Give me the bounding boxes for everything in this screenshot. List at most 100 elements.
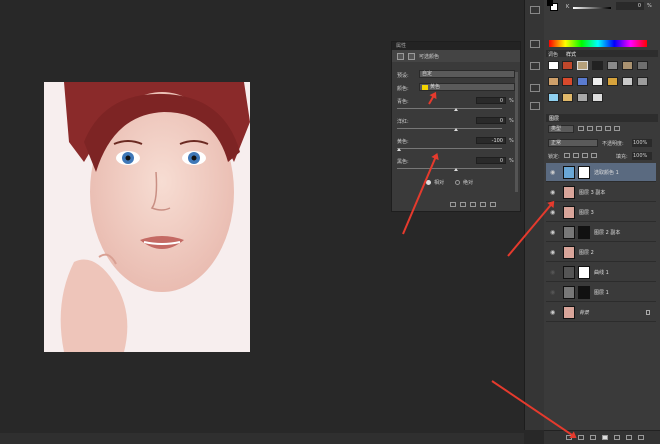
eye-icon[interactable]: ◉	[550, 269, 557, 276]
style-swatch[interactable]	[637, 61, 648, 70]
layer-name[interactable]: 图层 3 副本	[579, 189, 605, 196]
tab-styles[interactable]: 样式	[566, 51, 576, 58]
style-swatch[interactable]	[562, 61, 573, 70]
magenta-input[interactable]: 0	[476, 117, 506, 124]
layer-row[interactable]: ◉ 选取颜色 1	[546, 163, 656, 182]
layer-row[interactable]: ◉ 曲线 1	[546, 263, 656, 282]
k-slider[interactable]	[573, 7, 611, 9]
layer-name[interactable]: 图层 2	[579, 249, 594, 256]
layer-row[interactable]: ◉ 图层 2	[546, 243, 656, 262]
layer-row[interactable]: ◉ 图层 3 副本	[546, 183, 656, 202]
layer-row[interactable]: ◉ 图层 2 副本	[546, 223, 656, 242]
style-swatch[interactable]	[592, 77, 603, 86]
absolute-radio[interactable]	[455, 180, 461, 185]
magenta-slider[interactable]	[397, 128, 502, 129]
fill-input[interactable]: 100%	[632, 152, 652, 160]
filter-type-icon[interactable]	[596, 126, 602, 131]
layer-row[interactable]: ◉ 背景	[546, 303, 656, 322]
layer-style-icon[interactable]	[578, 435, 584, 440]
color-spectrum-bar[interactable]	[549, 40, 647, 47]
layer-name[interactable]: 曲线 1	[594, 269, 609, 276]
magenta-slider-handle[interactable]	[454, 128, 458, 131]
layer-row[interactable]: ◉ 图层 1	[546, 283, 656, 302]
yellow-slider[interactable]	[397, 148, 502, 149]
style-swatch[interactable]	[637, 77, 648, 86]
lock-position-icon[interactable]	[582, 153, 588, 158]
layer-kind-filter[interactable]: 类型	[548, 125, 574, 133]
view-previous-icon[interactable]	[460, 202, 466, 207]
paragraph-panel-icon[interactable]	[530, 84, 540, 92]
filter-pixel-icon[interactable]	[578, 126, 584, 131]
layer-mask-thumbnail[interactable]	[578, 265, 590, 279]
swatches-panel-icon[interactable]	[530, 40, 540, 48]
reset-icon[interactable]	[470, 202, 476, 207]
preset-dropdown[interactable]: 自定	[419, 70, 515, 78]
style-swatch[interactable]	[577, 77, 588, 86]
eye-icon[interactable]: ◉	[550, 309, 557, 316]
layer-mask-thumbnail[interactable]	[578, 225, 590, 239]
yellow-input[interactable]: -100	[476, 137, 506, 144]
lock-all-icon[interactable]	[591, 153, 597, 158]
new-adjustment-layer-icon[interactable]	[602, 435, 608, 440]
properties-scrollbar[interactable]	[515, 72, 518, 192]
eye-icon[interactable]: ◉	[550, 289, 557, 296]
canvas-photo[interactable]	[44, 82, 250, 352]
layer-row[interactable]: ◉ 图层 3	[546, 203, 656, 222]
style-swatch[interactable]	[562, 93, 573, 102]
style-swatch[interactable]	[548, 93, 559, 102]
filter-adjustment-icon[interactable]	[587, 126, 593, 131]
black-slider[interactable]	[397, 168, 502, 169]
background-color-swatch[interactable]	[547, 0, 553, 6]
history-panel-icon[interactable]	[530, 102, 540, 110]
trash-icon[interactable]	[490, 202, 496, 207]
style-swatch[interactable]	[548, 77, 559, 86]
style-swatch[interactable]	[592, 61, 603, 70]
style-swatch[interactable]	[577, 93, 588, 102]
visibility-icon[interactable]	[480, 202, 486, 207]
lock-transparent-icon[interactable]	[564, 153, 570, 158]
layer-mask-thumbnail[interactable]	[578, 285, 590, 299]
style-swatch[interactable]	[577, 61, 588, 70]
style-swatch[interactable]	[548, 61, 559, 70]
tab-swatches[interactable]: 调色	[548, 51, 558, 58]
clip-to-layer-icon[interactable]	[450, 202, 456, 207]
black-slider-handle[interactable]	[454, 168, 458, 171]
cyan-slider-handle[interactable]	[454, 108, 458, 111]
new-layer-icon[interactable]	[626, 435, 632, 440]
layer-name[interactable]: 背景	[579, 309, 589, 316]
layer-name[interactable]: 图层 1	[594, 289, 609, 296]
cyan-input[interactable]: 0	[476, 97, 506, 104]
k-input[interactable]: 0	[616, 2, 644, 10]
eye-icon[interactable]: ◉	[550, 229, 557, 236]
eye-icon[interactable]: ◉	[550, 249, 557, 256]
style-swatch[interactable]	[607, 77, 618, 86]
tab-layers[interactable]: 图层	[549, 115, 559, 122]
yellow-slider-handle[interactable]	[397, 148, 401, 151]
adjustment-icon[interactable]	[397, 52, 404, 60]
blend-mode-dropdown[interactable]: 正常	[548, 139, 598, 147]
black-input[interactable]: 0	[476, 157, 506, 164]
delete-layer-icon[interactable]	[638, 435, 644, 440]
eye-icon[interactable]: ◉	[550, 209, 557, 216]
character-panel-icon[interactable]	[530, 62, 540, 70]
filter-shape-icon[interactable]	[605, 126, 611, 131]
color-panel-icon[interactable]	[530, 6, 540, 14]
layer-name[interactable]: 图层 2 副本	[594, 229, 620, 236]
layer-name[interactable]: 选取颜色 1	[594, 169, 619, 176]
eye-icon[interactable]: ◉	[550, 189, 557, 196]
opacity-input[interactable]: 100%	[632, 139, 652, 147]
layer-name[interactable]: 图层 3	[579, 209, 594, 216]
add-mask-icon[interactable]	[590, 435, 596, 440]
style-swatch[interactable]	[622, 77, 633, 86]
cyan-slider[interactable]	[397, 108, 502, 109]
lock-image-icon[interactable]	[573, 153, 579, 158]
filter-smart-icon[interactable]	[614, 126, 620, 131]
eye-icon[interactable]: ◉	[550, 169, 557, 176]
style-swatch[interactable]	[622, 61, 633, 70]
style-swatch[interactable]	[562, 77, 573, 86]
layer-mask-thumbnail[interactable]	[578, 165, 590, 179]
style-swatch[interactable]	[592, 93, 603, 102]
mask-icon[interactable]	[408, 52, 415, 60]
new-group-icon[interactable]	[614, 435, 620, 440]
style-swatch[interactable]	[607, 61, 618, 70]
